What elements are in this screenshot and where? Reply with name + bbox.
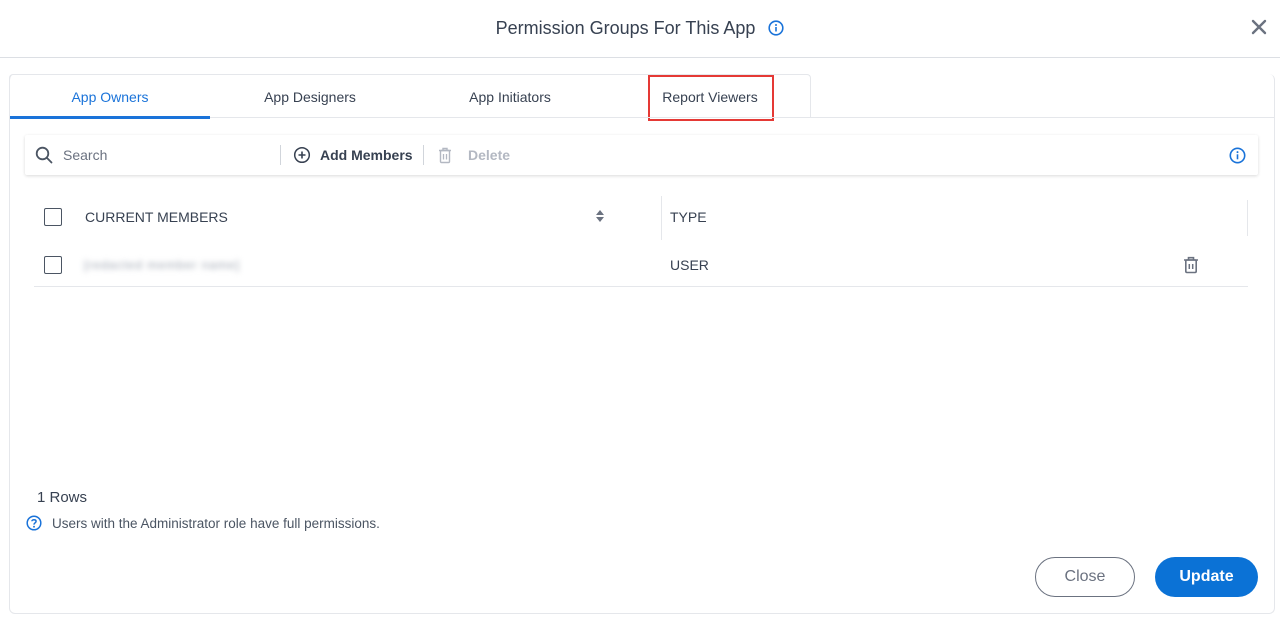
divider: [280, 145, 281, 165]
search-input[interactable]: [63, 143, 273, 167]
trash-icon: [439, 147, 451, 163]
column-current-members: CURRENT MEMBERS: [85, 209, 228, 225]
member-type: USER: [670, 257, 709, 273]
close-icon[interactable]: [1248, 16, 1270, 38]
tab-app-designers[interactable]: App Designers: [210, 75, 410, 119]
column-divider[interactable]: [1247, 200, 1248, 236]
rows-count: 1 Rows: [37, 489, 88, 506]
tab-label: Report Viewers: [662, 89, 758, 105]
add-members-label: Add Members: [320, 147, 413, 163]
info-icon[interactable]: [768, 20, 784, 36]
delete-label: Delete: [468, 147, 511, 163]
dialog-title: Permission Groups For This App: [495, 17, 756, 38]
table-row[interactable]: [redacted member name] USER: [34, 244, 1248, 287]
tab-report-viewers[interactable]: Report Viewers: [610, 75, 810, 121]
help-icon: [26, 515, 42, 531]
tab-bar: App Owners App Designers App Initiators …: [9, 74, 811, 121]
dialog-title-wrap: Permission Groups For This App: [0, 17, 1280, 39]
sort-icon[interactable]: [595, 209, 605, 223]
update-button[interactable]: Update: [1155, 557, 1258, 597]
help-text: Users with the Administrator role have f…: [52, 515, 380, 531]
member-name: [redacted member name]: [84, 258, 241, 272]
tab-label: App Designers: [264, 89, 356, 105]
tab-divider: [210, 117, 1275, 118]
close-button[interactable]: Close: [1035, 557, 1135, 597]
column-type: TYPE: [670, 209, 707, 225]
info-icon[interactable]: [1229, 147, 1246, 164]
tab-label: App Initiators: [469, 89, 551, 105]
help-note: Users with the Administrator role have f…: [26, 515, 380, 531]
trash-icon[interactable]: [1183, 256, 1199, 274]
dialog-header: Permission Groups For This App: [0, 0, 1280, 58]
tab-app-owners[interactable]: App Owners: [10, 75, 210, 119]
column-divider[interactable]: [661, 196, 662, 240]
table-header: CURRENT MEMBERS TYPE: [34, 196, 1248, 240]
tab-label: App Owners: [71, 89, 149, 105]
toolbar: Add Members Delete: [25, 135, 1258, 175]
search-icon: [35, 146, 53, 164]
divider: [423, 145, 424, 165]
delete-button[interactable]: Delete: [438, 143, 510, 167]
plus-circle-icon: [293, 146, 311, 164]
row-checkbox[interactable]: [44, 256, 62, 274]
select-all-checkbox[interactable]: [44, 208, 62, 226]
tab-app-initiators[interactable]: App Initiators: [410, 75, 610, 119]
add-members-button[interactable]: Add Members: [293, 143, 413, 167]
